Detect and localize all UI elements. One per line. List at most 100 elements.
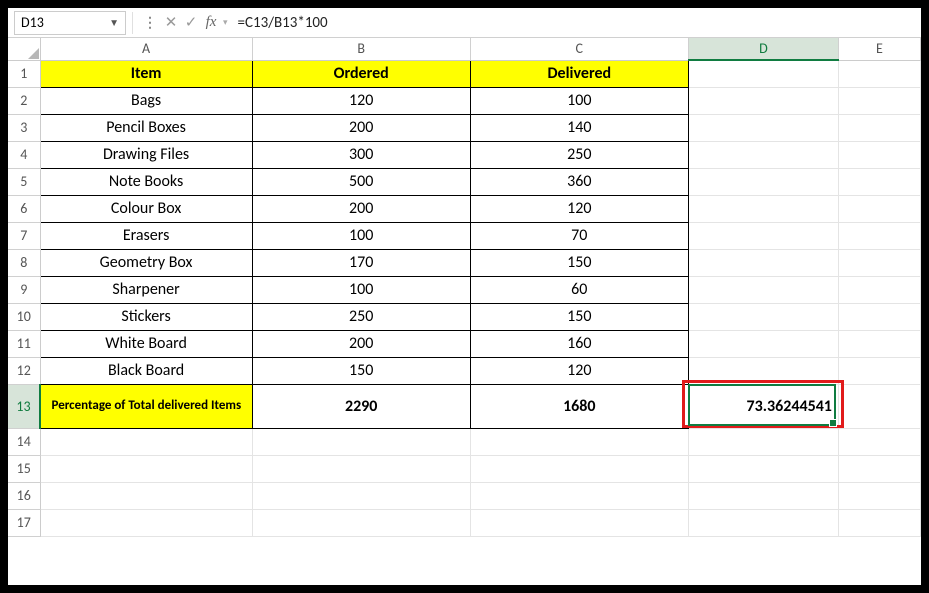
row-header-11[interactable]: 11 [8, 330, 40, 357]
cell-D15[interactable] [688, 455, 838, 482]
cell-D14[interactable] [688, 428, 838, 455]
cell-E10[interactable] [838, 303, 920, 330]
cell-B13[interactable]: 2290 [252, 384, 470, 428]
cell-C16[interactable] [470, 482, 688, 509]
cell-E12[interactable] [838, 357, 920, 384]
cell-C15[interactable] [470, 455, 688, 482]
cell-D2[interactable] [688, 87, 838, 114]
row-header-15[interactable]: 15 [8, 455, 40, 482]
cell-C1[interactable]: Delivered [470, 60, 688, 87]
col-header-D[interactable]: D [688, 38, 838, 60]
cell-A2[interactable]: Bags [40, 87, 252, 114]
cell-B6[interactable]: 200 [252, 195, 470, 222]
cell-C10[interactable]: 150 [470, 303, 688, 330]
cell-D6[interactable] [688, 195, 838, 222]
cell-A1[interactable]: Item [40, 60, 252, 87]
row-header-8[interactable]: 8 [8, 249, 40, 276]
cell-E2[interactable] [838, 87, 920, 114]
cell-B9[interactable]: 100 [252, 276, 470, 303]
row-header-7[interactable]: 7 [8, 222, 40, 249]
cell-E9[interactable] [838, 276, 920, 303]
cancel-icon[interactable]: ✕ [161, 13, 181, 32]
col-header-E[interactable]: E [838, 38, 920, 60]
cell-D10[interactable] [688, 303, 838, 330]
cell-E15[interactable] [838, 455, 920, 482]
cell-A6[interactable]: Colour Box [40, 195, 252, 222]
cell-C14[interactable] [470, 428, 688, 455]
cell-D4[interactable] [688, 141, 838, 168]
cell-B5[interactable]: 500 [252, 168, 470, 195]
cell-B15[interactable] [252, 455, 470, 482]
cell-A3[interactable]: Pencil Boxes [40, 114, 252, 141]
cell-C17[interactable] [470, 509, 688, 536]
cell-D8[interactable] [688, 249, 838, 276]
cell-B11[interactable]: 200 [252, 330, 470, 357]
row-header-2[interactable]: 2 [8, 87, 40, 114]
cell-D12[interactable] [688, 357, 838, 384]
cell-A7[interactable]: Erasers [40, 222, 252, 249]
row-header-4[interactable]: 4 [8, 141, 40, 168]
cell-D1[interactable] [688, 60, 838, 87]
cell-D17[interactable] [688, 509, 838, 536]
cell-E11[interactable] [838, 330, 920, 357]
cell-E7[interactable] [838, 222, 920, 249]
cell-C2[interactable]: 100 [470, 87, 688, 114]
cell-E16[interactable] [838, 482, 920, 509]
cell-B8[interactable]: 170 [252, 249, 470, 276]
cell-E1[interactable] [838, 60, 920, 87]
cell-C11[interactable]: 160 [470, 330, 688, 357]
cell-E5[interactable] [838, 168, 920, 195]
chevron-down-icon[interactable]: ▾ [223, 17, 228, 28]
select-all-corner[interactable] [8, 38, 40, 60]
cell-C9[interactable]: 60 [470, 276, 688, 303]
cell-D7[interactable] [688, 222, 838, 249]
row-header-13[interactable]: 13 [8, 384, 40, 428]
cell-A15[interactable] [40, 455, 252, 482]
spreadsheet-grid[interactable]: A B C D E 1ItemOrderedDelivered2Bags1201… [8, 38, 921, 537]
row-header-3[interactable]: 3 [8, 114, 40, 141]
check-icon[interactable]: ✓ [181, 13, 201, 32]
cell-E17[interactable] [838, 509, 920, 536]
cell-A13[interactable]: Percentage of Total delivered Items [40, 384, 252, 428]
cell-E14[interactable] [838, 428, 920, 455]
cell-E13[interactable] [838, 384, 920, 428]
cell-B2[interactable]: 120 [252, 87, 470, 114]
cell-B3[interactable]: 200 [252, 114, 470, 141]
col-header-B[interactable]: B [252, 38, 470, 60]
cell-D16[interactable] [688, 482, 838, 509]
cell-D5[interactable] [688, 168, 838, 195]
cell-B17[interactable] [252, 509, 470, 536]
row-header-1[interactable]: 1 [8, 60, 40, 87]
cell-A8[interactable]: Geometry Box [40, 249, 252, 276]
cell-B10[interactable]: 250 [252, 303, 470, 330]
row-header-5[interactable]: 5 [8, 168, 40, 195]
cell-E3[interactable] [838, 114, 920, 141]
cell-D11[interactable] [688, 330, 838, 357]
cell-E4[interactable] [838, 141, 920, 168]
cell-A10[interactable]: Stickers [40, 303, 252, 330]
row-header-9[interactable]: 9 [8, 276, 40, 303]
cell-C12[interactable]: 120 [470, 357, 688, 384]
cell-B14[interactable] [252, 428, 470, 455]
row-header-6[interactable]: 6 [8, 195, 40, 222]
cell-B12[interactable]: 150 [252, 357, 470, 384]
cell-A16[interactable] [40, 482, 252, 509]
cell-C4[interactable]: 250 [470, 141, 688, 168]
cell-E8[interactable] [838, 249, 920, 276]
cell-A17[interactable] [40, 509, 252, 536]
cell-C7[interactable]: 70 [470, 222, 688, 249]
row-header-12[interactable]: 12 [8, 357, 40, 384]
cell-A4[interactable]: Drawing Files [40, 141, 252, 168]
name-box[interactable]: D13 ▼ [14, 11, 126, 35]
cell-A11[interactable]: White Board [40, 330, 252, 357]
cell-B7[interactable]: 100 [252, 222, 470, 249]
options-icon[interactable]: ⋮ [143, 14, 157, 31]
cell-A14[interactable] [40, 428, 252, 455]
cell-C13[interactable]: 1680 [470, 384, 688, 428]
row-header-17[interactable]: 17 [8, 509, 40, 536]
row-header-10[interactable]: 10 [8, 303, 40, 330]
col-header-C[interactable]: C [470, 38, 688, 60]
cell-B16[interactable] [252, 482, 470, 509]
cell-C5[interactable]: 360 [470, 168, 688, 195]
col-header-A[interactable]: A [40, 38, 252, 60]
